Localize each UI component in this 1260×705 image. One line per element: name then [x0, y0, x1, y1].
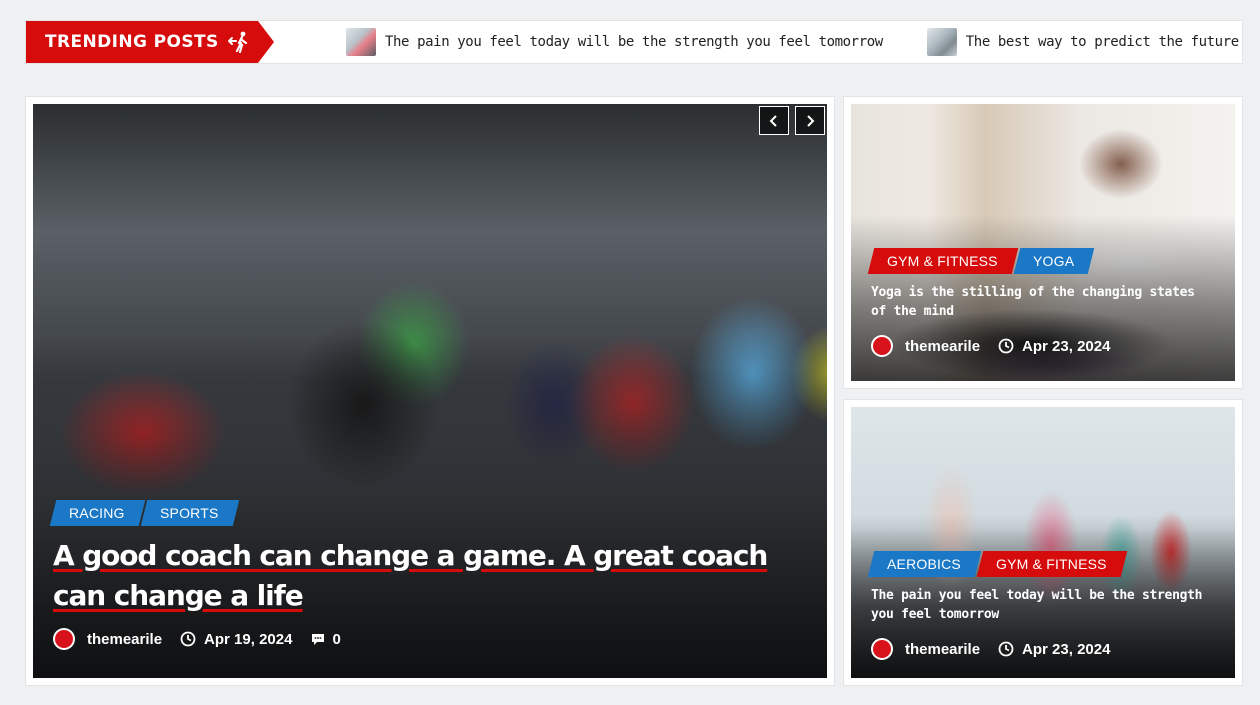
walking-person-icon	[227, 31, 253, 54]
comment-count[interactable]: 0	[332, 631, 340, 648]
side-post-image[interactable]: GYM & FITNESS YOGA Yoga is the stilling …	[851, 104, 1235, 381]
clock-icon	[998, 641, 1014, 657]
tag-gym-fitness[interactable]: GYM & FITNESS	[867, 248, 1018, 274]
featured-post-tags: RACING SPORTS	[49, 500, 809, 526]
author-name[interactable]: themearile	[87, 631, 162, 648]
tag-racing[interactable]: RACING	[49, 500, 145, 526]
tag-gym-fitness[interactable]: GYM & FITNESS	[976, 551, 1127, 577]
side-post-meta: themearile Apr 23, 2024	[871, 335, 1217, 357]
trending-item[interactable]: The best way to predict the future is to…	[926, 28, 1242, 56]
post-date[interactable]: Apr 23, 2024	[1022, 338, 1110, 355]
slider-prev-button[interactable]	[759, 106, 789, 135]
post-date[interactable]: Apr 19, 2024	[204, 631, 292, 648]
author-name[interactable]: themearile	[905, 338, 980, 355]
trending-item-title[interactable]: The best way to predict the future is to…	[966, 34, 1242, 50]
tag-yoga[interactable]: YOGA	[1013, 248, 1095, 274]
side-post-card[interactable]: GYM & FITNESS YOGA Yoga is the stilling …	[843, 96, 1243, 389]
side-post-meta: themearile Apr 23, 2024	[871, 638, 1217, 660]
avatar[interactable]	[53, 628, 75, 650]
featured-post-title[interactable]: A good coach can change a game. A great …	[53, 536, 809, 616]
featured-post-image[interactable]: RACING SPORTS A good coach can change a …	[33, 104, 827, 678]
slider-next-button[interactable]	[795, 106, 825, 135]
featured-post-meta: themearile Apr 19, 2024 0	[53, 628, 809, 650]
slider-controls	[759, 106, 825, 135]
clock-icon	[180, 631, 196, 647]
featured-post-overlay: RACING SPORTS A good coach can change a …	[49, 500, 809, 650]
side-post-title[interactable]: Yoga is the stilling of the changing sta…	[871, 283, 1217, 321]
side-post-image[interactable]: AEROBICS GYM & FITNESS The pain you feel…	[851, 407, 1235, 678]
avatar[interactable]	[871, 335, 893, 357]
side-post-title[interactable]: The pain you feel today will be the stre…	[871, 586, 1217, 624]
trending-bar: TRENDING POSTS The pain you feel today w…	[25, 20, 1243, 64]
trending-label-text: TRENDING POSTS	[45, 32, 219, 52]
clock-icon	[998, 338, 1014, 354]
trending-ticker: The pain you feel today will be the stre…	[346, 21, 1242, 63]
side-post-tags: GYM & FITNESS YOGA	[867, 248, 1217, 274]
side-post-overlay: AEROBICS GYM & FITNESS The pain you feel…	[867, 551, 1217, 660]
tag-aerobics[interactable]: AEROBICS	[867, 551, 982, 577]
tag-sports[interactable]: SPORTS	[140, 500, 239, 526]
author-name[interactable]: themearile	[905, 641, 980, 658]
post-date[interactable]: Apr 23, 2024	[1022, 641, 1110, 658]
side-post-tags: AEROBICS GYM & FITNESS	[867, 551, 1217, 577]
comment-icon	[312, 634, 325, 645]
trending-label: TRENDING POSTS	[26, 21, 274, 63]
trending-thumbnail	[926, 28, 957, 56]
trending-item-title[interactable]: The pain you feel today will be the stre…	[385, 34, 883, 50]
featured-post-card[interactable]: RACING SPORTS A good coach can change a …	[25, 96, 835, 686]
side-post-overlay: GYM & FITNESS YOGA Yoga is the stilling …	[867, 248, 1217, 357]
chevron-left-icon	[769, 114, 777, 127]
side-post-card[interactable]: AEROBICS GYM & FITNESS The pain you feel…	[843, 399, 1243, 686]
avatar[interactable]	[871, 638, 893, 660]
trending-item[interactable]: The pain you feel today will be the stre…	[346, 28, 883, 56]
trending-thumbnail	[346, 28, 376, 56]
chevron-right-icon	[807, 114, 815, 127]
